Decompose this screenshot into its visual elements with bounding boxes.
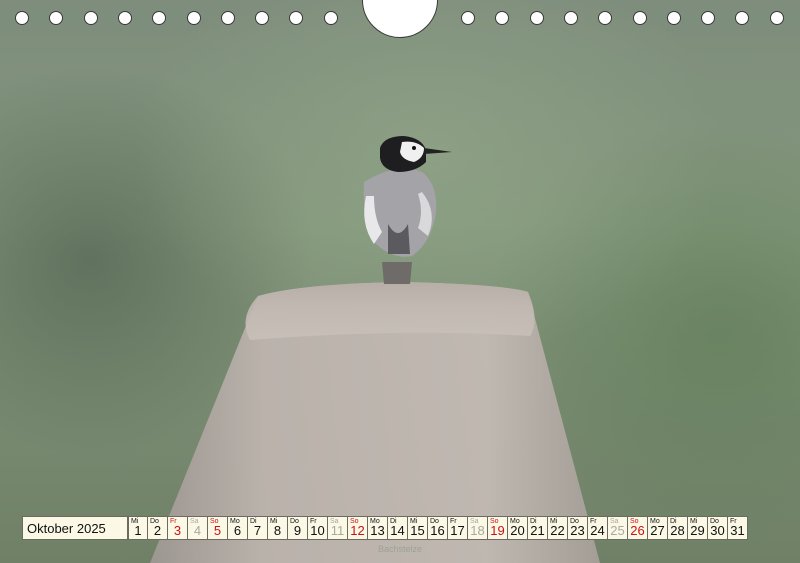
binding-hole <box>598 11 613 25</box>
day-cell: Sa 11 <box>328 516 348 540</box>
binding-hole <box>117 11 132 25</box>
day-number: 1 <box>134 523 142 538</box>
day-number: 19 <box>490 523 505 538</box>
day-number: 14 <box>390 523 405 538</box>
day-number: 16 <box>430 523 445 538</box>
day-cell: Sa 18 <box>468 516 488 540</box>
binding-hole <box>666 11 681 25</box>
binding-hole <box>152 11 167 25</box>
bird-photo <box>0 0 800 563</box>
day-cell: Mi 8 <box>268 516 288 540</box>
day-number: 2 <box>153 523 162 538</box>
binding-hole <box>769 11 784 25</box>
day-number: 26 <box>630 523 645 538</box>
day-cell: Mi 29 <box>688 516 708 540</box>
photo-caption: Bachstelze <box>377 544 423 554</box>
day-number: 15 <box>410 523 425 538</box>
day-cell: Di 14 <box>388 516 408 540</box>
day-cell: So 19 <box>488 516 508 540</box>
binding-hole <box>323 11 338 25</box>
day-number: 24 <box>590 523 605 538</box>
day-cell: So 5 <box>208 516 228 540</box>
day-cell: Fr 31 <box>728 516 748 540</box>
day-number: 21 <box>530 523 545 538</box>
day-cell: Di 7 <box>248 516 268 540</box>
binding-hole <box>701 11 716 25</box>
day-number: 18 <box>470 523 485 538</box>
day-cell: Di 21 <box>528 516 548 540</box>
binding-hole <box>83 11 98 25</box>
day-cell: Mi 22 <box>548 516 568 540</box>
binding-hole <box>255 11 270 25</box>
day-cell: Do 23 <box>568 516 588 540</box>
day-number: 28 <box>670 523 685 538</box>
binding-hole <box>186 11 201 25</box>
binding-hole <box>563 11 578 25</box>
binding-hole <box>632 11 647 25</box>
day-cell: Fr 17 <box>448 516 468 540</box>
day-cell: Mo 27 <box>648 516 668 540</box>
day-number: 6 <box>233 523 242 538</box>
day-number: 27 <box>650 523 665 538</box>
month-label: Oktober 2025 <box>22 516 128 540</box>
day-number: 13 <box>370 523 385 538</box>
day-number: 20 <box>510 523 525 538</box>
day-number: 31 <box>730 523 745 538</box>
day-number: 5 <box>213 523 222 538</box>
day-cell: Fr 3 <box>168 516 188 540</box>
day-cell: Sa 4 <box>188 516 208 540</box>
day-cell: Fr 10 <box>308 516 328 540</box>
month-calendar-strip: Oktober 2025 Mi 1 Do 2 Fr 3 Sa 4 So 5 Mo 6 Di 7 Mi 8 Do 9… <box>22 516 748 540</box>
binding-hole <box>529 11 544 25</box>
day-number: 3 <box>173 523 182 538</box>
day-number: 12 <box>350 523 365 538</box>
day-number: 22 <box>550 523 565 538</box>
day-number: 23 <box>570 523 585 538</box>
day-cell: Mo 20 <box>508 516 528 540</box>
day-cells: Mi 1 Do 2 Fr 3 Sa 4 So 5 Mo 6 Di 7 Mi 8 Do 9 Fr 10 Sa 11 So 12 M… <box>128 516 748 540</box>
day-cell: Mo 13 <box>368 516 388 540</box>
binding-hole <box>289 11 304 25</box>
day-cell: Di 28 <box>668 516 688 540</box>
day-number: 7 <box>253 523 262 538</box>
day-cell: So 26 <box>628 516 648 540</box>
day-number: 8 <box>273 523 282 538</box>
day-cell: Mo 6 <box>228 516 248 540</box>
binding-hole <box>49 11 64 25</box>
day-cell: Fr 24 <box>588 516 608 540</box>
day-cell: So 12 <box>348 516 368 540</box>
day-cell: Do 30 <box>708 516 728 540</box>
binding-hole <box>15 11 29 25</box>
day-number: 30 <box>710 523 725 538</box>
day-cell: Sa 25 <box>608 516 628 540</box>
day-number: 25 <box>610 523 625 538</box>
day-number: 17 <box>450 523 465 538</box>
day-cell: Do 2 <box>148 516 168 540</box>
binding-hole <box>735 11 750 25</box>
day-number: 29 <box>690 523 705 538</box>
binding-hole <box>461 11 475 25</box>
day-cell: Do 16 <box>428 516 448 540</box>
day-number: 4 <box>193 523 202 538</box>
day-cell: Mi 1 <box>128 516 148 540</box>
day-number: 9 <box>293 523 302 538</box>
day-number: 11 <box>330 523 345 538</box>
day-cell: Mi 15 <box>408 516 428 540</box>
binding-hole <box>220 11 235 25</box>
day-number: 10 <box>310 523 325 538</box>
day-cell: Do 9 <box>288 516 308 540</box>
wagtail-bird <box>363 136 452 284</box>
binding-hole <box>495 11 510 25</box>
